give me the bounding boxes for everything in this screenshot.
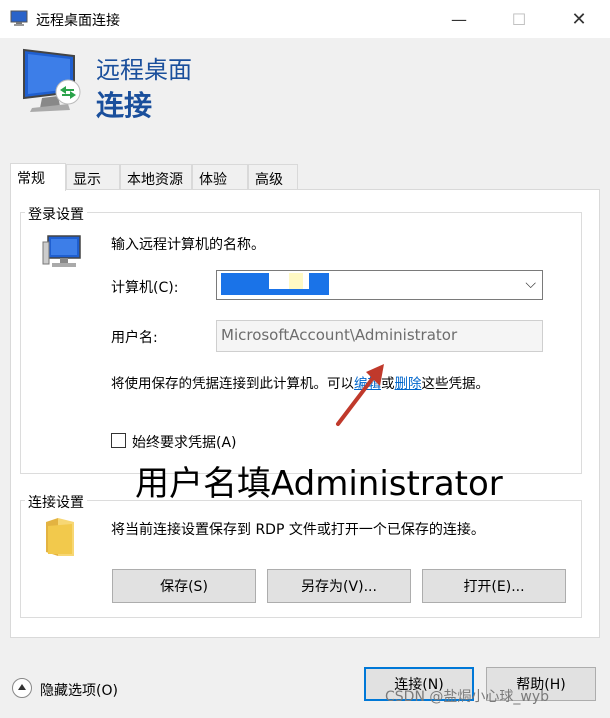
redacted-mark	[221, 273, 269, 295]
annotation-text: 用户名填Administrator	[135, 464, 503, 504]
open-button[interactable]: 打开(E)...	[422, 569, 566, 603]
header-banner: 远程桌面 连接	[0, 38, 610, 128]
folder-icon	[46, 518, 74, 556]
minimize-icon: —	[451, 9, 467, 29]
banner-title-line1: 远程桌面	[96, 56, 192, 84]
computer-icon	[42, 235, 81, 267]
delete-credentials-link[interactable]: 删除	[395, 376, 422, 392]
redacted-mark	[269, 289, 309, 295]
remote-desktop-monitor-icon	[23, 48, 81, 112]
tab-advanced[interactable]: 高级	[248, 164, 298, 190]
banner-title-line2: 连接	[96, 89, 153, 122]
computer-name-prompt: 输入远程计算机的名称。	[111, 237, 265, 253]
annotation-arrow	[336, 364, 384, 426]
save-as-button[interactable]: 另存为(V)...	[267, 569, 411, 603]
always-ask-credentials-checkbox[interactable]	[111, 433, 126, 448]
saved-credentials-text: 将使用保存的凭据连接到此计算机。可以编辑或删除这些凭据。	[111, 372, 489, 392]
minimize-button[interactable]: —	[436, 0, 482, 38]
maximize-icon: ☐	[511, 9, 527, 29]
close-icon: ✕	[571, 8, 587, 30]
save-button[interactable]: 保存(S)	[112, 569, 256, 603]
tab-local-resources[interactable]: 本地资源	[120, 164, 192, 190]
saved-credentials-prefix: 将使用保存的凭据连接到此计算机。可以	[111, 376, 354, 392]
tab-general[interactable]: 常规	[10, 163, 66, 191]
remote-desktop-icon	[10, 10, 28, 26]
saved-credentials-suffix: 这些凭据。	[421, 376, 490, 392]
tab-display[interactable]: 显示	[66, 164, 120, 190]
redacted-mark	[309, 273, 329, 295]
computer-label: 计算机(C):	[111, 280, 179, 296]
username-field[interactable]: MicrosoftAccount\Administrator	[216, 320, 543, 352]
tab-experience[interactable]: 体验	[192, 164, 248, 190]
close-button[interactable]: ✕	[556, 0, 602, 38]
computer-combobox[interactable]: ⌵	[216, 270, 543, 300]
always-ask-credentials-label[interactable]: 始终要求凭据(A)	[132, 432, 237, 452]
hide-options-label[interactable]: 隐藏选项(O)	[40, 680, 118, 700]
chevron-down-icon[interactable]: ⌵	[525, 276, 536, 292]
collapse-options-icon[interactable]	[12, 678, 32, 698]
watermark: CSDN @盐焗小心球_wyb	[385, 689, 549, 705]
redacted-mark	[289, 273, 303, 289]
window-title: 远程桌面连接	[36, 13, 120, 29]
username-label: 用户名:	[111, 330, 158, 346]
maximize-button[interactable]: ☐	[496, 0, 542, 38]
connection-settings-description: 将当前连接设置保存到 RDP 文件或打开一个已保存的连接。	[111, 522, 485, 538]
connection-settings-title: 连接设置	[25, 492, 87, 512]
title-bar: 远程桌面连接 — ☐ ✕	[0, 0, 610, 38]
login-settings-title: 登录设置	[25, 204, 87, 224]
